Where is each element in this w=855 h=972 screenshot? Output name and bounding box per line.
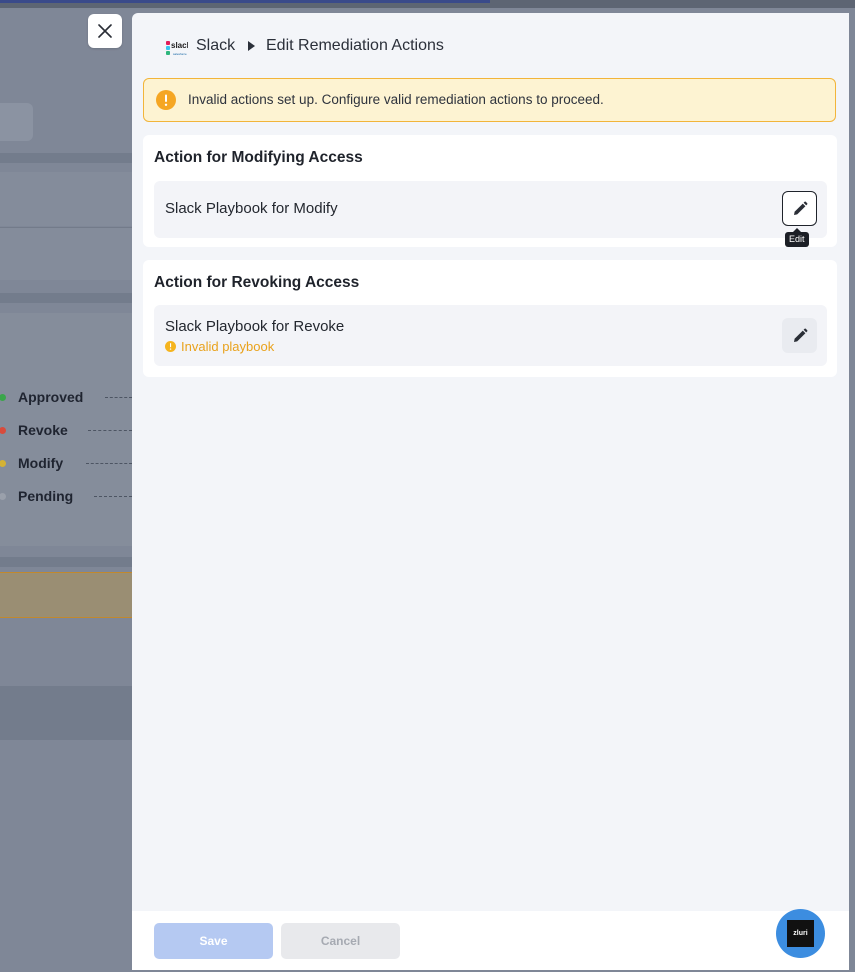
background-progress-line: [0, 0, 490, 3]
legend-leader: [88, 430, 132, 431]
edit-modify-playbook-button[interactable]: [782, 191, 817, 226]
revoke-playbook-row: Slack Playbook for Revoke Invalid playbo…: [154, 305, 827, 366]
legend-leader: [105, 397, 132, 398]
legend-label: Modify: [18, 455, 64, 471]
background-divider: [0, 293, 132, 303]
pencil-icon: [793, 328, 807, 342]
playbook-name: Slack Playbook for Modify: [165, 200, 338, 217]
legend-item-approved: Approved: [0, 387, 132, 407]
section-title: Action for Modifying Access: [154, 149, 363, 166]
legend-dot: [0, 393, 6, 401]
legend-dot: [0, 492, 6, 500]
warning-text: Invalid playbook: [181, 339, 275, 354]
close-icon: [98, 24, 112, 38]
background-warning-banner: [0, 572, 132, 618]
zluri-logo-icon: zluri: [787, 920, 814, 947]
modify-access-section: Action for Modifying Access Slack Playbo…: [143, 135, 837, 247]
breadcrumb-arrow-icon: [248, 41, 255, 51]
legend-label: Revoke: [18, 422, 68, 438]
legend-dot: [0, 459, 6, 467]
warning-small-icon: [165, 341, 176, 352]
breadcrumb-app[interactable]: Slack: [196, 37, 235, 55]
save-button[interactable]: Save: [154, 923, 273, 959]
legend-item-revoke: Revoke: [0, 420, 132, 440]
warning-icon: [156, 90, 176, 110]
svg-text:salesforce: salesforce: [173, 52, 187, 56]
slack-logo-icon: slack salesforce: [166, 41, 188, 56]
remediation-drawer: slack salesforce Slack Edit Remediation …: [132, 13, 849, 970]
section-title: Action for Revoking Access: [154, 274, 360, 291]
legend-dot: [0, 426, 6, 434]
cancel-button[interactable]: Cancel: [281, 923, 400, 959]
chat-launcher-button[interactable]: zluri: [776, 909, 825, 958]
background-block: [0, 227, 132, 280]
legend-item-pending: Pending: [0, 486, 132, 506]
page-title: Edit Remediation Actions: [266, 37, 444, 54]
invalid-actions-alert: Invalid actions set up. Configure valid …: [143, 78, 836, 122]
legend-leader: [86, 463, 132, 464]
legend-label: Pending: [18, 488, 74, 504]
svg-text:slack: slack: [171, 41, 188, 50]
alert-message: Invalid actions set up. Configure valid …: [188, 92, 604, 107]
drawer-header: slack salesforce Slack Edit Remediation …: [132, 13, 849, 78]
legend-leader: [94, 496, 132, 497]
revoke-access-section: Action for Revoking Access Slack Playboo…: [143, 260, 837, 377]
pencil-icon: [793, 201, 807, 215]
invalid-playbook-warning: Invalid playbook: [165, 339, 274, 354]
edit-revoke-playbook-button[interactable]: [782, 318, 817, 353]
playbook-name: Slack Playbook for Revoke: [165, 318, 345, 335]
background-divider: [0, 153, 132, 163]
background-block: [0, 172, 132, 226]
legend-item-modify: Modify: [0, 453, 132, 473]
background-block: [0, 686, 132, 740]
modify-playbook-row: Slack Playbook for Modify: [154, 181, 827, 238]
background-block: [0, 103, 33, 141]
close-button[interactable]: [88, 14, 122, 48]
edit-tooltip: Edit: [785, 228, 809, 247]
legend-label: Approved: [18, 389, 84, 405]
drawer-footer: Save Cancel: [132, 911, 849, 970]
background-divider: [0, 557, 132, 567]
